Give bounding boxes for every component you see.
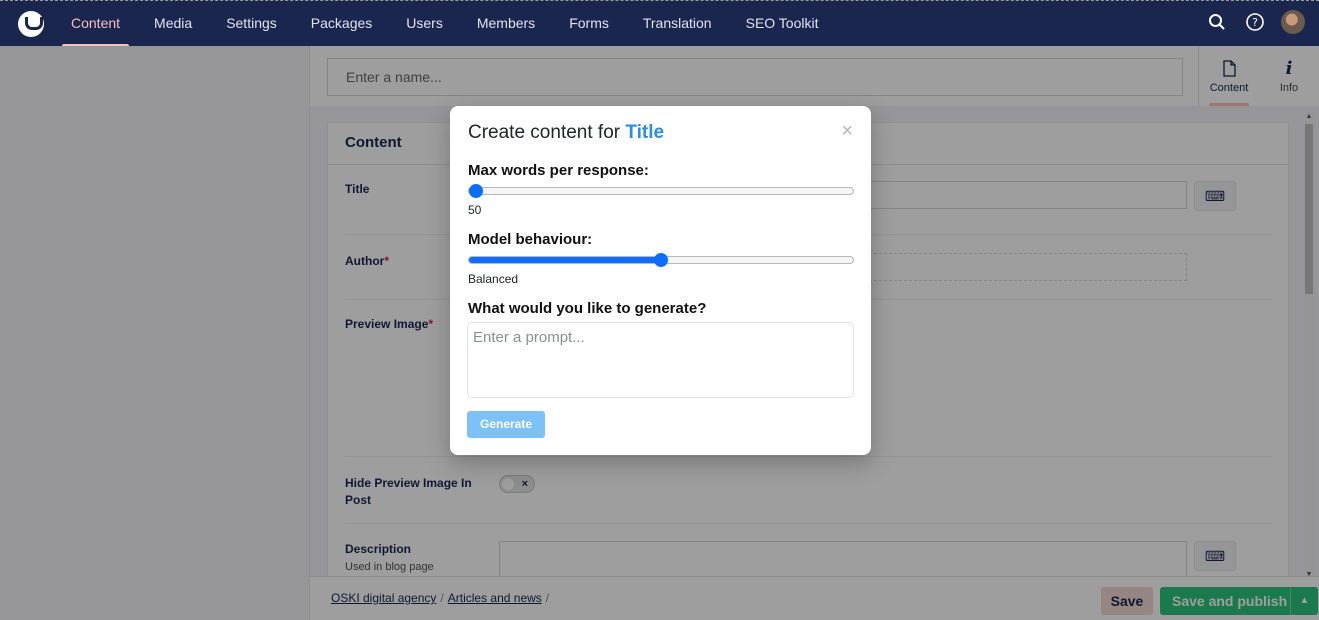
nav-item-media[interactable]: Media — [137, 1, 209, 47]
nav-item-forms[interactable]: Forms — [552, 1, 626, 47]
dialog-title-prefix: Create content for — [468, 122, 621, 143]
top-navigation: Content Media Settings Packages Users Members… — [0, 0, 1319, 47]
nav-item-users[interactable]: Users — [389, 1, 460, 47]
svg-text:?: ? — [1252, 16, 1258, 29]
umbraco-logo-icon[interactable] — [18, 11, 44, 37]
model-behaviour-value: Balanced — [468, 272, 519, 286]
model-behaviour-label: Model behaviour: — [468, 231, 593, 248]
nav-item-seo-toolkit[interactable]: SEO Toolkit — [729, 1, 836, 47]
nav-item-translation[interactable]: Translation — [626, 1, 729, 47]
close-icon[interactable]: × — [841, 120, 853, 143]
slider-fill — [469, 257, 661, 263]
slider-thumb[interactable] — [469, 184, 483, 198]
prompt-label: What would you like to generate? — [468, 300, 707, 317]
generate-button[interactable]: Generate — [467, 411, 545, 438]
max-words-value: 50 — [468, 203, 482, 217]
max-words-label: Max words per response: — [468, 162, 649, 179]
help-icon[interactable]: ? — [1243, 10, 1267, 34]
nav-item-settings[interactable]: Settings — [209, 1, 294, 47]
nav-item-content[interactable]: Content — [54, 1, 137, 47]
top-icons: ? — [1205, 10, 1305, 34]
nav-item-members[interactable]: Members — [460, 1, 552, 47]
max-words-slider[interactable] — [468, 184, 854, 198]
ai-content-dialog: Create content for Title × Max words per… — [450, 106, 871, 455]
dialog-title-field: Title — [625, 122, 665, 143]
model-behaviour-slider[interactable] — [468, 253, 854, 267]
user-avatar[interactable] — [1281, 10, 1305, 34]
dialog-title: Create content for Title — [468, 122, 664, 144]
nav-item-packages[interactable]: Packages — [294, 1, 389, 47]
prompt-textarea[interactable]: Enter a prompt... — [467, 322, 854, 398]
slider-thumb[interactable] — [654, 253, 668, 267]
search-icon[interactable] — [1205, 10, 1229, 34]
section-nav: Content Media Settings Packages Users Members… — [54, 1, 836, 47]
